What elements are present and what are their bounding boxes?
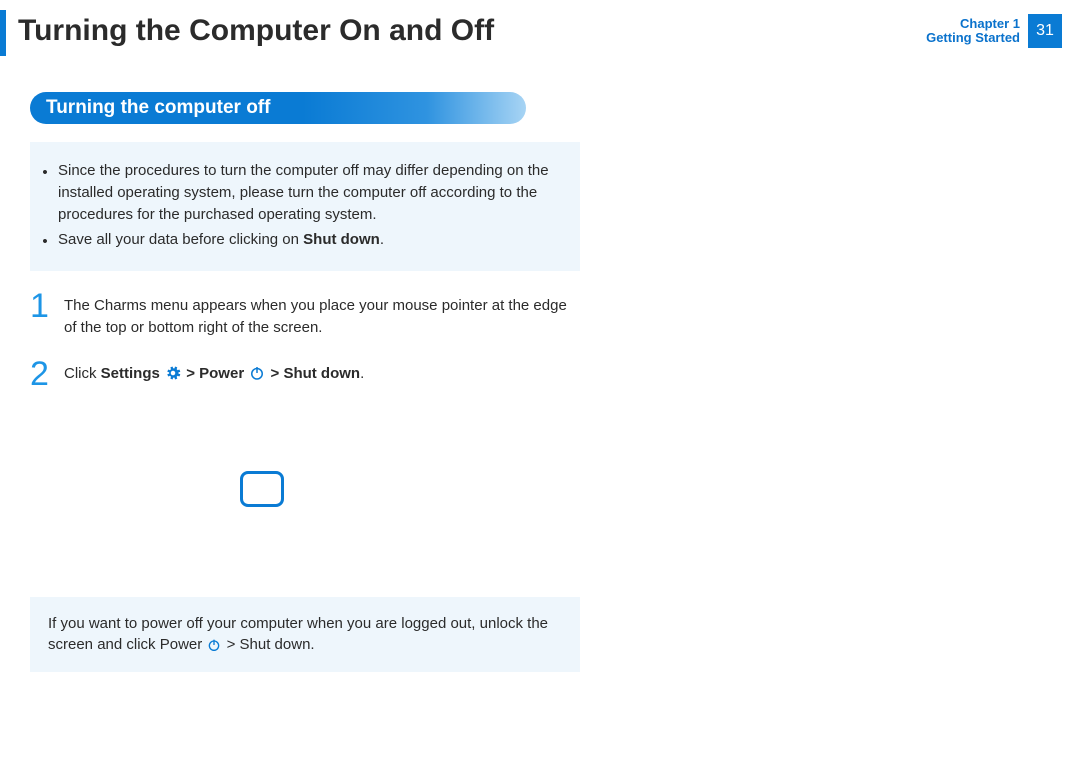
note-text-part: Save all your data before clicking on — [58, 231, 303, 248]
step-body: Click Settings > Power > Shut down. — [64, 357, 580, 391]
content-column: Turning the computer off • Since the pro… — [0, 64, 590, 672]
chapter-line1: Chapter 1 — [926, 17, 1020, 31]
header-right: Chapter 1 Getting Started 31 — [926, 10, 1080, 48]
step2-period: . — [360, 365, 364, 382]
step2-sep1: > — [186, 365, 199, 382]
step2-sep2: > — [271, 365, 284, 382]
step2-power-label: Power — [199, 365, 244, 382]
note-text: Since the procedures to turn the compute… — [58, 160, 562, 225]
title-accent-bar — [0, 10, 6, 56]
screenshot-placeholder — [240, 471, 284, 507]
header-left: Turning the Computer On and Off — [0, 10, 494, 56]
step2-prefix: Click — [64, 365, 101, 382]
step-number: 1 — [30, 289, 56, 339]
step-2: 2 Click Settings > Power > Shut down. — [30, 357, 580, 391]
step-number: 2 — [30, 357, 56, 391]
bullet-icon: • — [40, 160, 50, 225]
footer-shutdown-label: Shut down — [240, 636, 311, 653]
bullet-icon: • — [40, 229, 50, 253]
step-1: 1 The Charms menu appears when you place… — [30, 289, 580, 339]
footer-sep: > — [227, 636, 240, 653]
power-icon — [248, 364, 266, 382]
chapter-label: Chapter 1 Getting Started — [926, 17, 1020, 46]
step2-settings-label: Settings — [101, 365, 160, 382]
footer-power-label: Power — [160, 636, 203, 653]
note-item: • Save all your data before clicking on … — [40, 229, 562, 253]
step-body: The Charms menu appears when you place y… — [64, 289, 580, 339]
page-number-badge: 31 — [1028, 14, 1062, 48]
info-box-top: • Since the procedures to turn the compu… — [30, 142, 580, 271]
section-heading: Turning the computer off — [30, 92, 526, 124]
note-item: • Since the procedures to turn the compu… — [40, 160, 562, 225]
chapter-line2: Getting Started — [926, 31, 1020, 45]
note-text-bold: Shut down — [303, 231, 380, 248]
page-title: Turning the Computer On and Off — [18, 10, 494, 47]
note-text: Save all your data before clicking on Sh… — [58, 229, 562, 253]
page-header: Turning the Computer On and Off Chapter … — [0, 0, 1080, 64]
power-icon — [206, 637, 222, 653]
gear-icon — [164, 364, 182, 382]
info-box-bottom: If you want to power off your computer w… — [30, 597, 580, 673]
step2-shutdown-label: Shut down — [283, 365, 360, 382]
footer-period: . — [310, 636, 314, 653]
